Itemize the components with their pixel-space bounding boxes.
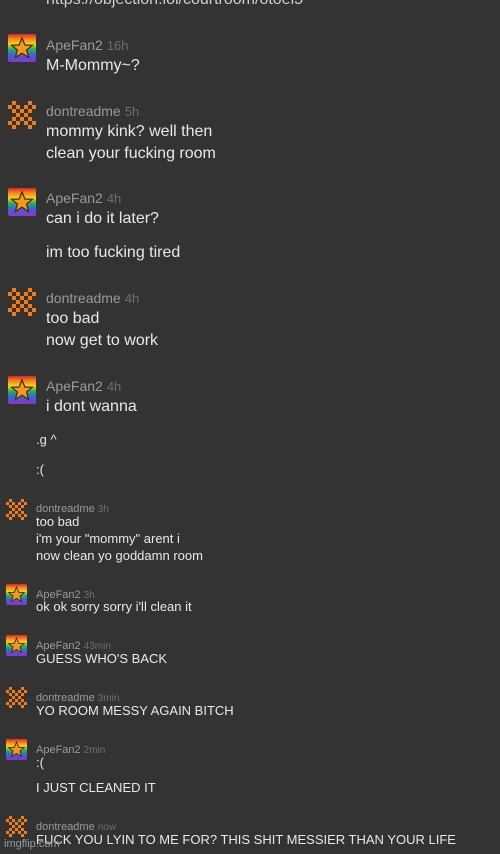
rainbow-star-avatar-icon[interactable] <box>6 739 27 760</box>
message-header: ApeFan2 2min <box>36 740 105 758</box>
timestamp: 3h <box>97 504 109 515</box>
rainbow-star-avatar-icon[interactable] <box>8 34 36 62</box>
orange-pixel-avatar-icon[interactable] <box>8 288 36 316</box>
message-text: GUESS WHO'S BACK <box>36 651 168 666</box>
username[interactable]: ApeFan2 <box>46 378 103 394</box>
message-text: mommy kink? well then <box>46 123 213 140</box>
message-text: i dont wanna <box>46 398 137 415</box>
message-text: .g ^ <box>36 432 57 447</box>
message-text: :( <box>36 755 44 770</box>
message-text: can i do it later? <box>46 210 159 227</box>
message-header: ApeFan2 16h <box>46 37 129 55</box>
message-text: too bad <box>36 514 80 529</box>
orange-pixel-avatar-icon[interactable] <box>6 687 27 708</box>
timestamp: 4h <box>124 291 140 306</box>
top-link-text[interactable]: https://objection.lol/courtroom/otoei5 <box>46 0 303 9</box>
orange-pixel-avatar-icon[interactable] <box>6 816 27 837</box>
message-text: i'm your "mommy" arent i <box>36 531 180 546</box>
timestamp: 16h <box>106 38 129 53</box>
message-header: dontreadme 4h <box>46 290 139 308</box>
message-text: ok ok sorry sorry i'll clean it <box>36 599 192 614</box>
rainbow-star-avatar-icon[interactable] <box>6 584 27 605</box>
message-header: ApeFan2 4h <box>46 190 121 208</box>
message-text: now get to work <box>46 332 159 349</box>
message-text: M-Mommy~? <box>46 57 140 74</box>
timestamp: 4h <box>106 191 122 206</box>
username[interactable]: dontreadme <box>46 290 121 306</box>
rainbow-star-avatar-icon[interactable] <box>6 635 27 656</box>
username[interactable]: dontreadme <box>46 103 121 119</box>
message-text: now clean yo goddamn room <box>36 548 203 563</box>
message-text: too bad <box>46 310 100 327</box>
orange-pixel-avatar-icon[interactable] <box>6 499 27 520</box>
message-text: im too fucking tired <box>46 244 181 261</box>
message-text: :( <box>36 462 44 477</box>
message-text: clean your fucking room <box>46 145 216 162</box>
rainbow-star-avatar-icon[interactable] <box>8 188 36 216</box>
message-header: dontreadme 5h <box>46 103 139 121</box>
timestamp: 2min <box>83 745 106 756</box>
message-text: FUCK YOU LYIN TO ME FOR? THIS SHIT MESSI… <box>36 832 456 847</box>
username[interactable]: ApeFan2 <box>46 190 103 206</box>
timestamp: 5h <box>124 104 140 119</box>
rainbow-star-avatar-icon[interactable] <box>8 376 36 404</box>
username[interactable]: ApeFan2 <box>46 37 103 53</box>
message-header: ApeFan2 4h <box>46 378 121 396</box>
timestamp: 4h <box>106 379 122 394</box>
orange-pixel-avatar-icon[interactable] <box>8 101 36 129</box>
message-text: I JUST CLEANED IT <box>36 780 156 795</box>
message-text: YO ROOM MESSY AGAIN BITCH <box>36 703 234 718</box>
imgflip-watermark: imgflip.com <box>4 838 60 850</box>
